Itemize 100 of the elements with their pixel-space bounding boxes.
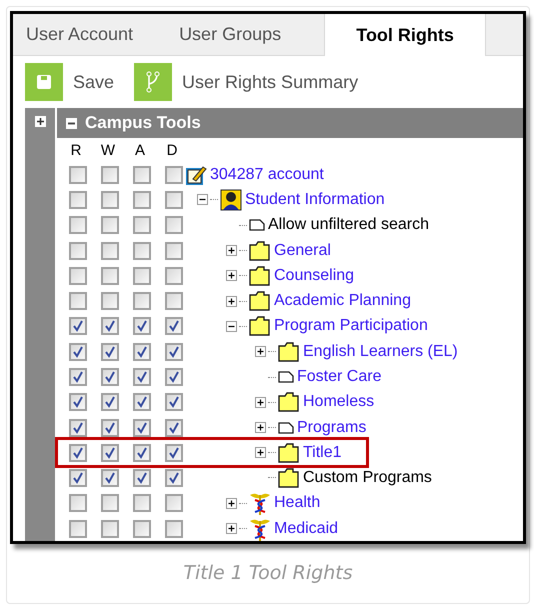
checkbox[interactable] xyxy=(165,266,183,285)
checkbox[interactable] xyxy=(101,444,119,462)
tree-item[interactable]: Allow unfiltered search xyxy=(268,213,429,238)
tab[interactable]: User Account xyxy=(13,14,146,55)
checkbox[interactable] xyxy=(165,242,183,260)
checkbox[interactable] xyxy=(69,393,87,412)
checkbox[interactable] xyxy=(69,292,87,310)
checkbox[interactable] xyxy=(69,190,87,209)
check-icon xyxy=(104,320,116,332)
checkbox[interactable] xyxy=(101,342,119,361)
checkbox[interactable] xyxy=(69,444,87,462)
checkbox[interactable] xyxy=(165,393,183,412)
tree-item[interactable]: Homeless xyxy=(303,390,374,414)
tree-item[interactable]: Counseling xyxy=(274,264,354,288)
checkbox[interactable] xyxy=(133,292,151,310)
expand-icon[interactable] xyxy=(255,447,266,458)
expand-icon[interactable] xyxy=(255,422,266,434)
checkbox[interactable] xyxy=(165,418,183,437)
collapse-icon[interactable] xyxy=(197,194,208,206)
checkbox[interactable] xyxy=(101,317,119,336)
expand-icon[interactable] xyxy=(226,498,237,509)
checkbox[interactable] xyxy=(165,494,183,512)
column-header: R xyxy=(70,140,82,160)
checkbox[interactable] xyxy=(133,190,151,209)
checkbox[interactable] xyxy=(133,520,151,538)
checkbox[interactable] xyxy=(133,418,151,437)
checkbox[interactable] xyxy=(133,216,151,234)
expand-icon[interactable] xyxy=(226,270,237,282)
checkbox[interactable] xyxy=(133,317,151,336)
tree-item[interactable]: Medicaid xyxy=(274,516,338,540)
tree-item[interactable]: Title1 xyxy=(303,440,342,465)
checkbox[interactable] xyxy=(69,166,87,184)
notepad-icon xyxy=(185,164,207,186)
checkbox[interactable] xyxy=(69,317,87,336)
checkbox[interactable] xyxy=(165,520,183,538)
checkbox[interactable] xyxy=(69,520,87,538)
tree-item[interactable]: English Learners (EL) xyxy=(303,340,458,364)
checkbox[interactable] xyxy=(101,292,119,310)
checkbox[interactable] xyxy=(69,242,87,260)
tree-item[interactable]: Student Information xyxy=(245,188,385,212)
tree-item[interactable]: General xyxy=(274,238,331,263)
checkbox[interactable] xyxy=(101,242,119,260)
checkbox[interactable] xyxy=(165,342,183,361)
checkbox[interactable] xyxy=(101,418,119,437)
checkbox[interactable] xyxy=(165,216,183,234)
tree-item[interactable]: 304287 account xyxy=(210,162,324,187)
checkbox[interactable] xyxy=(165,368,183,386)
checkbox[interactable] xyxy=(133,166,151,184)
checkbox[interactable] xyxy=(165,166,183,184)
expand-icon[interactable] xyxy=(226,296,237,307)
checkbox[interactable] xyxy=(69,342,87,361)
checkbox[interactable] xyxy=(133,494,151,512)
checkbox[interactable] xyxy=(69,418,87,437)
checkbox[interactable] xyxy=(165,468,183,487)
checkbox[interactable] xyxy=(101,266,119,285)
checkbox[interactable] xyxy=(101,520,119,538)
toolbar-label[interactable]: User Rights Summary xyxy=(182,68,358,96)
collapse-icon[interactable] xyxy=(226,320,237,332)
checkbox[interactable] xyxy=(101,216,119,234)
check-icon xyxy=(136,320,148,332)
folder-icon xyxy=(278,468,300,488)
checkbox[interactable] xyxy=(69,468,87,487)
checkbox[interactable] xyxy=(69,266,87,285)
checkbox[interactable] xyxy=(101,368,119,386)
checkbox[interactable] xyxy=(133,266,151,285)
checkbox[interactable] xyxy=(101,166,119,184)
checkbox[interactable] xyxy=(133,242,151,260)
checkbox[interactable] xyxy=(133,342,151,361)
checkbox[interactable] xyxy=(165,444,183,462)
tree-item[interactable]: Academic Planning xyxy=(274,289,411,314)
checkbox[interactable] xyxy=(133,368,151,386)
checkbox[interactable] xyxy=(165,292,183,310)
checkbox[interactable] xyxy=(101,393,119,412)
toolbar-label[interactable]: Save xyxy=(73,68,114,96)
checkbox[interactable] xyxy=(133,444,151,462)
checkbox[interactable] xyxy=(101,468,119,487)
tree-item[interactable]: Foster Care xyxy=(297,365,382,390)
expand-icon[interactable] xyxy=(226,523,237,534)
checkbox[interactable] xyxy=(133,468,151,487)
checkbox[interactable] xyxy=(69,494,87,512)
checkbox[interactable] xyxy=(165,317,183,336)
expand-icon[interactable] xyxy=(34,116,46,127)
checkbox[interactable] xyxy=(133,393,151,412)
expand-icon[interactable] xyxy=(255,346,266,358)
tree-item[interactable]: Programs xyxy=(297,416,366,440)
collapse-icon[interactable] xyxy=(66,118,77,128)
expand-icon[interactable] xyxy=(255,396,266,408)
checkbox[interactable] xyxy=(69,368,87,386)
tree-item[interactable]: Health xyxy=(274,491,320,516)
checkbox[interactable] xyxy=(69,216,87,234)
checkbox[interactable] xyxy=(101,190,119,209)
tab[interactable]: Tool Rights xyxy=(324,14,486,56)
checkbox[interactable] xyxy=(101,494,119,512)
checkbox[interactable] xyxy=(165,190,183,209)
tree-item[interactable]: Program Participation xyxy=(274,314,428,338)
check-icon xyxy=(72,422,84,434)
tab[interactable]: User Groups xyxy=(166,14,294,55)
expand-icon[interactable] xyxy=(226,245,237,256)
tree-item[interactable]: Custom Programs xyxy=(303,466,432,490)
person-icon xyxy=(220,188,242,211)
